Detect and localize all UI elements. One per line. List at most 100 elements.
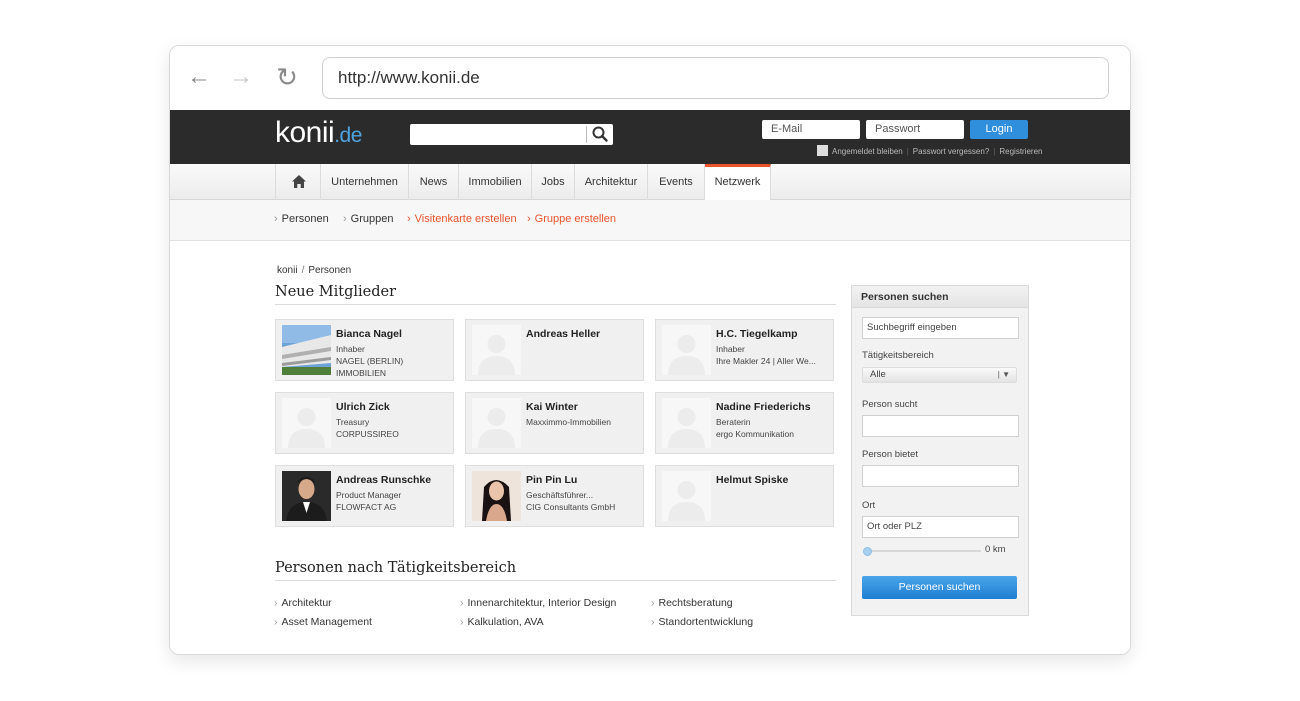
subnav-label: Visitenkarte erstellen [414,213,517,225]
nav-item-immobilien[interactable]: Immobilien [459,164,532,200]
website: konii.de E-Mail Passwort Login Angemelde… [170,110,1130,654]
section-divider [275,580,836,581]
member-card[interactable]: Ulrich Zick Treasury CORPUSSIREO [275,392,454,454]
site-search-input[interactable] [410,124,613,145]
breadcrumb: konii / Personen [277,265,351,276]
back-arrow-icon[interactable]: ← [184,64,214,90]
category-link-standortentwicklung[interactable]: › Standortentwicklung [651,616,753,628]
caret-icon: › [460,597,464,609]
caret-icon: › [527,213,531,225]
nav-item-netzwerk[interactable]: Netzwerk [705,164,771,201]
nav-item-jobs[interactable]: Jobs [532,164,575,200]
nav-item-news[interactable]: News [409,164,459,200]
category-label: Asset Management [281,616,372,628]
keyword-search-input[interactable]: Suchbegriff eingeben [862,317,1019,339]
home-icon [292,175,306,188]
location-input[interactable]: Ort oder PLZ [862,516,1019,538]
avatar[interactable] [662,398,711,448]
member-detail: Inhaber [716,344,745,354]
subnav-visitenkarte-erstellen[interactable]: › Visitenkarte erstellen [407,213,517,225]
register-link[interactable]: Registrieren [999,147,1042,156]
caret-icon: › [651,597,655,609]
avatar-placeholder-icon [662,325,711,375]
breadcrumb-root[interactable]: konii [277,265,298,276]
address-bar[interactable]: http://www.konii.de [322,57,1109,99]
member-card[interactable]: H.C. Tiegelkamp Inhaber Ihre Makler 24 | A… [655,319,834,381]
avatar[interactable] [282,471,331,521]
category-link-rechtsberatung[interactable]: › Rechtsberatung [651,597,733,609]
login-button[interactable]: Login [970,120,1028,139]
member-card[interactable]: Bianca Nagel Inhaber NAGEL (BERLIN) IMMOBIL… [275,319,454,381]
avatar[interactable] [662,325,711,375]
search-icon[interactable] [591,125,609,143]
separator: | [993,147,996,156]
avatar-placeholder-icon [282,398,331,448]
member-name[interactable]: Kai Winter [526,401,641,414]
person-search-panel: Personen suchen Suchbegriff eingeben Tät… [851,285,1029,616]
member-name[interactable]: Pin Pin Lu [526,474,641,487]
reload-icon[interactable]: ↻ [272,64,302,90]
offers-input[interactable] [862,465,1019,487]
category-label: Architektur [281,597,332,609]
radius-slider-handle[interactable] [863,547,872,556]
category-link-asset-management[interactable]: › Asset Management [274,616,372,628]
caret-icon: › [274,597,278,609]
site-logo[interactable]: konii.de [275,116,362,150]
avatar[interactable] [282,398,331,448]
building-photo [282,325,331,375]
section-title-members: Neue Mitglieder [275,284,397,300]
radius-slider-track[interactable] [864,550,981,552]
member-info: Nadine Friederichs Beraterin ergo Kommunik… [716,401,831,440]
member-detail: CIG Consultants GmbH [526,502,616,512]
member-name[interactable]: Bianca Nagel [336,328,451,341]
member-info: Andreas Heller [526,328,641,341]
forward-arrow-icon[interactable]: → [226,64,256,90]
subnav-gruppen[interactable]: › Gruppen [343,213,393,225]
email-field[interactable]: E-Mail [762,120,860,139]
member-name[interactable]: Helmut Spiske [716,474,831,487]
avatar[interactable] [472,398,521,448]
avatar[interactable] [472,325,521,375]
member-name[interactable]: Ulrich Zick [336,401,451,414]
remember-checkbox[interactable] [817,145,828,156]
avatar-placeholder-icon [472,325,521,375]
subnav-label: Personen [281,213,329,225]
member-card[interactable]: Andreas Runschke Product Manager FLOWFACT … [275,465,454,527]
category-link-architektur[interactable]: › Architektur [274,597,332,609]
member-name[interactable]: H.C. Tiegelkamp [716,328,831,341]
member-detail: Ihre Makler 24 | Aller We... [716,356,816,366]
remember-label[interactable]: Angemeldet bleiben [832,147,903,156]
caret-icon: › [651,616,655,628]
location-label: Ort [862,500,876,511]
password-field[interactable]: Passwort [866,120,964,139]
member-name[interactable]: Andreas Heller [526,328,641,341]
member-card[interactable]: Nadine Friederichs Beraterin ergo Kommunik… [655,392,834,454]
avatar[interactable] [282,325,331,375]
avatar[interactable] [472,471,521,521]
member-card[interactable]: Pin Pin Lu Geschäftsführer... CIG Consulta… [465,465,644,527]
nav-home[interactable] [275,164,321,200]
category-link-innenarchitektur[interactable]: › Innenarchitektur, Interior Design [460,597,616,609]
nav-item-events[interactable]: Events [648,164,705,200]
member-detail: Inhaber [336,344,365,354]
field-select[interactable]: Alle | ▼ [862,367,1017,383]
subnav-personen[interactable]: › Personen [274,213,329,225]
nav-item-unternehmen[interactable]: Unternehmen [321,164,409,200]
member-info: Pin Pin Lu Geschäftsführer... CIG Consulta… [526,474,641,513]
avatar[interactable] [662,471,711,521]
member-card[interactable]: Kai Winter Maxximmo-Immobilien [465,392,644,454]
woman-photo [472,471,521,521]
nav-item-architektur[interactable]: Architektur [575,164,648,200]
category-label: Standortentwicklung [658,616,754,628]
subnav-gruppe-erstellen[interactable]: › Gruppe erstellen [527,213,616,225]
seeks-input[interactable] [862,415,1019,437]
radius-value: 0 km [985,544,1006,555]
forgot-password-link[interactable]: Passwort vergessen? [913,147,989,156]
caret-icon: › [274,616,278,628]
member-card[interactable]: Helmut Spiske [655,465,834,527]
member-name[interactable]: Nadine Friederichs [716,401,831,414]
search-persons-button[interactable]: Personen suchen [862,576,1017,599]
category-link-kalkulation[interactable]: › Kalkulation, AVA [460,616,544,628]
member-name[interactable]: Andreas Runschke [336,474,451,487]
member-card[interactable]: Andreas Heller [465,319,644,381]
